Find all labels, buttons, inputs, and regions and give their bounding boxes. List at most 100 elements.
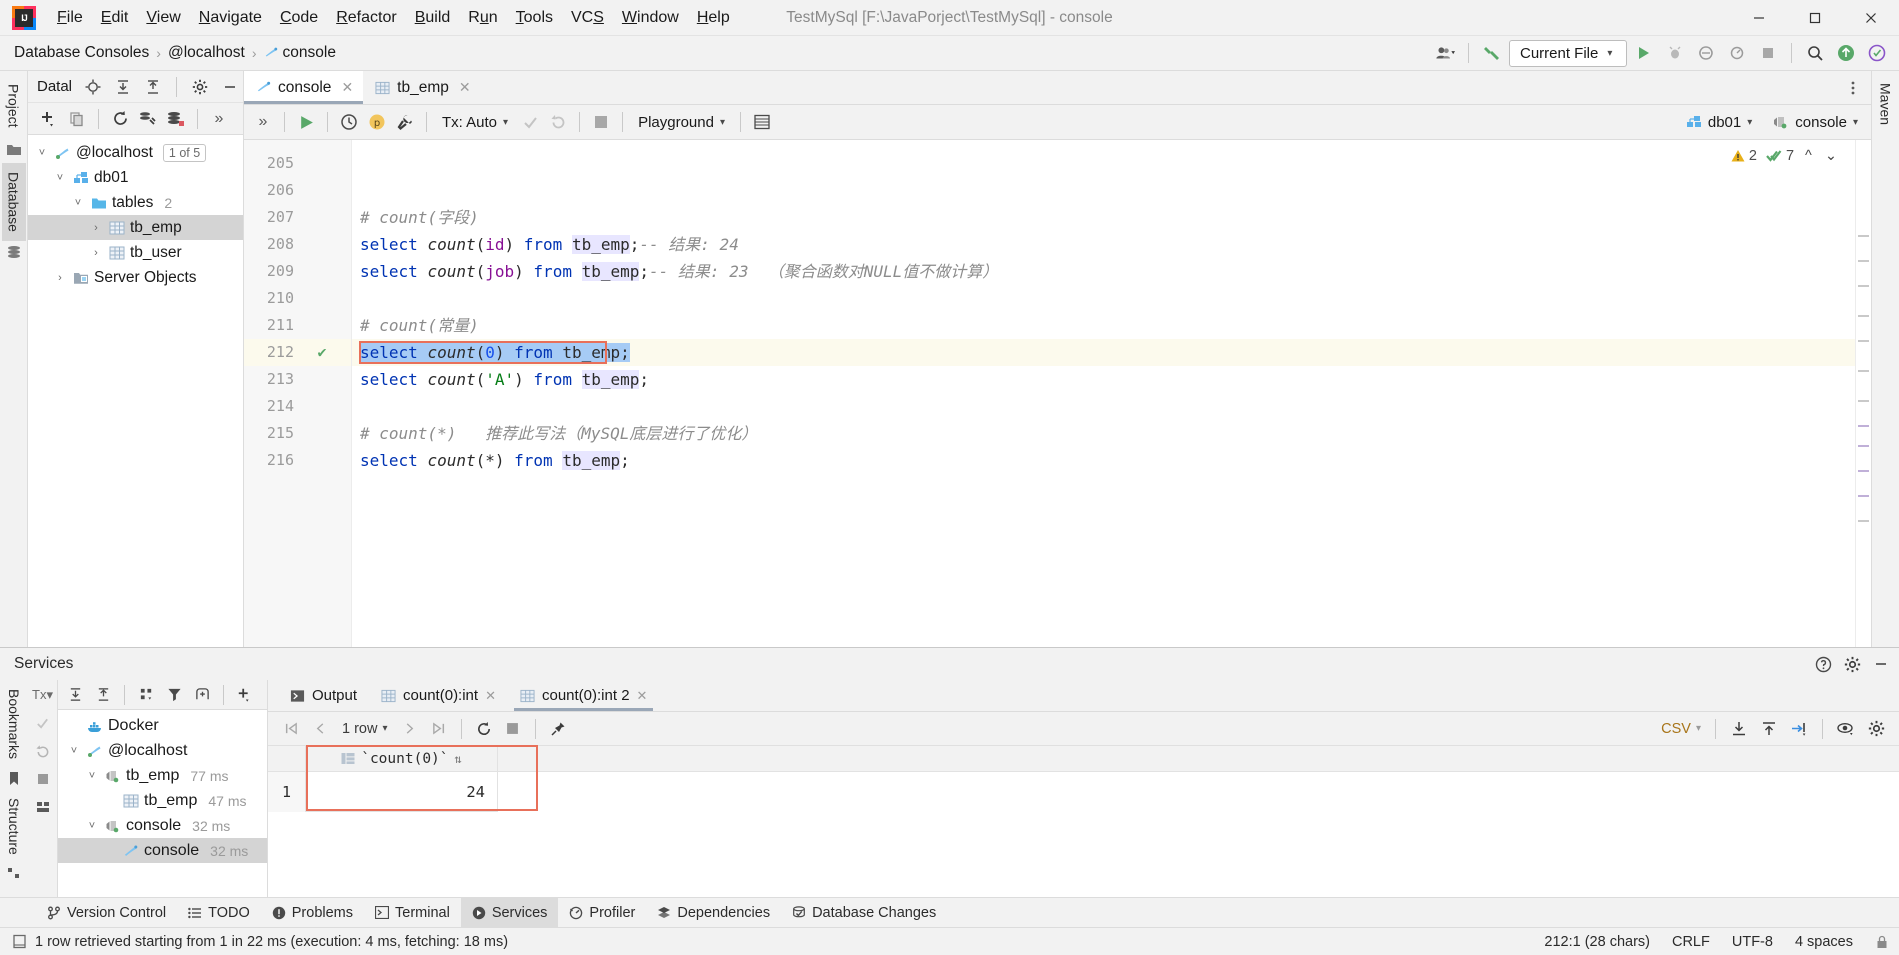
tab-result-1[interactable]: count(0):int ✕ [369,680,508,711]
code-line[interactable] [352,285,1855,312]
marker-rail-stripe[interactable] [1858,235,1869,237]
view-options-button[interactable] [1833,716,1859,742]
table-row[interactable]: 1 24 [268,772,1899,812]
caret-position[interactable]: 212:1 (28 chars) [1544,934,1650,950]
previous-problem-icon[interactable]: ^ [1805,148,1812,164]
code-line[interactable]: select count(*) from tb_emp; [352,447,1855,474]
sync-database-icon[interactable] [163,106,189,132]
code-line[interactable]: select count(job) from tb_emp;-- 结果: 23 … [352,258,1855,285]
gutter-line[interactable]: 209 [244,258,351,285]
run-button[interactable] [1630,39,1658,67]
open-query-console-icon[interactable] [749,109,775,135]
execute-statement-button[interactable] [293,109,319,135]
ai-assistant-icon[interactable] [1863,39,1891,67]
tool-window-button-terminal[interactable]: Terminal [364,898,461,928]
breadcrumb-item-database-consoles[interactable]: Database Consoles [14,44,149,62]
group-by-icon[interactable] [133,682,159,708]
tool-window-button-todo[interactable]: TODO [177,898,261,928]
close-icon[interactable]: ✕ [459,79,471,96]
sort-indicator-icon[interactable]: ⇅ [455,752,462,766]
code-line[interactable] [352,393,1855,420]
menu-refactor[interactable]: Refactor [327,5,405,31]
sidebar-item-bookmarks[interactable]: Bookmarks [2,680,26,768]
previous-page-button[interactable] [307,716,333,742]
sidebar-item-project[interactable]: Project [2,75,26,137]
tab-console[interactable]: console ✕ [244,71,364,104]
run-with-coverage-button[interactable] [1692,39,1720,67]
breadcrumb-item-console[interactable]: console [264,44,336,62]
editor-marker-rail[interactable] [1855,140,1871,647]
gutter-line[interactable]: 207 [244,204,351,231]
collapse-all-icon[interactable] [90,682,116,708]
sidebar-item-maven[interactable]: Maven [1874,77,1898,134]
select-in-editor-icon[interactable] [80,74,106,100]
code-lines[interactable]: # count(字段) select count(id) from tb_emp;… [352,140,1855,474]
lock-icon[interactable] [1875,935,1889,949]
commit-icon[interactable] [30,710,56,736]
inspection-widget[interactable]: 2 7 ^ ⌄ [1731,148,1837,164]
build-hammer-icon[interactable] [1478,39,1506,67]
marker-rail-stripe[interactable] [1858,470,1869,472]
code-line[interactable]: # count(*) 推荐此写法（MySQL底层进行了优化） [352,420,1855,447]
chevron-right-icon[interactable]: › [88,222,104,234]
line-separator[interactable]: CRLF [1672,934,1710,950]
sidebar-item-structure[interactable]: Structure [2,789,26,864]
marker-rail-stripe[interactable] [1858,495,1869,497]
close-icon[interactable]: ✕ [485,688,496,704]
tab-tb-emp[interactable]: tb_emp ✕ [363,71,480,104]
expand-all-icon[interactable] [110,74,136,100]
import-data-button[interactable] [1726,716,1752,742]
gutter-line[interactable]: 210 [244,285,351,312]
stop-query-button[interactable] [588,109,614,135]
layout-icon[interactable] [30,794,56,820]
close-icon[interactable]: ✕ [637,688,648,704]
services-tree-node-console[interactable]: ˅ console 32 ms [58,813,267,838]
debug-button[interactable] [1661,39,1689,67]
add-tab-icon[interactable] [189,682,215,708]
chevron-right-icon[interactable]: › [52,272,68,284]
stop-loading-button[interactable] [500,716,526,742]
services-tree-node-tb-emp[interactable]: ˅ tb_emp 77 ms [58,763,267,788]
last-page-button[interactable] [426,716,452,742]
marker-rail-stripe[interactable] [1858,445,1869,447]
menu-tools[interactable]: Tools [507,5,562,31]
services-tree-node-docker[interactable]: Docker [58,713,267,738]
tool-window-button-services[interactable]: Services [460,897,559,928]
gear-icon[interactable] [1863,716,1889,742]
gutter-line[interactable]: 205 [244,150,351,177]
modify-data-button[interactable] [1786,716,1812,742]
chevron-down-icon[interactable]: ˅ [34,147,50,159]
more-actions-icon[interactable]: » [206,106,232,132]
code-line[interactable]: select count(id) from tb_emp;-- 结果: 24 [352,231,1855,258]
output-format-selector[interactable]: CSV ▾ [1657,721,1705,737]
help-icon[interactable] [1815,656,1832,673]
gutter-line[interactable]: 212 ✔ [244,339,351,366]
code-line[interactable]: select count('A') from tb_emp; [352,366,1855,393]
marker-rail-stripe[interactable] [1858,370,1869,372]
tab-result-2[interactable]: count(0):int 2 ✕ [508,680,659,711]
grid-corner-cell[interactable] [268,746,306,771]
code-viewport[interactable]: # count(字段) select count(id) from tb_emp;… [352,140,1855,647]
gutter-line[interactable]: 208 [244,231,351,258]
menu-run[interactable]: Run [459,5,506,31]
gutter-line[interactable]: 215 [244,420,351,447]
minimize-button[interactable] [1731,0,1787,36]
execute-statement-gutter-icon[interactable]: ✔ [302,339,342,366]
chevron-down-icon[interactable]: ˅ [52,172,68,184]
menu-vcs[interactable]: VCS [562,5,613,31]
tool-window-button-problems[interactable]: Problems [261,898,364,928]
marker-rail-stripe[interactable] [1858,315,1869,317]
marker-rail-stripe[interactable] [1858,260,1869,262]
marker-rail-stripe[interactable] [1858,285,1869,287]
gutter-line[interactable]: 211 [244,312,351,339]
gear-icon[interactable] [1844,656,1861,673]
tab-output[interactable]: Output [278,680,369,711]
tool-window-button-dependencies[interactable]: Dependencies [646,898,781,928]
chevron-down-icon[interactable]: ˅ [66,745,82,757]
menu-navigate[interactable]: Navigate [190,5,271,31]
chevron-right-icon[interactable]: › [88,247,104,259]
row-number[interactable]: 1 [268,772,306,812]
notification-icon[interactable] [12,934,27,949]
services-tree-node--localhost[interactable]: ˅ @localhost [58,738,267,763]
tool-window-button-version-control[interactable]: Version Control [36,898,177,928]
